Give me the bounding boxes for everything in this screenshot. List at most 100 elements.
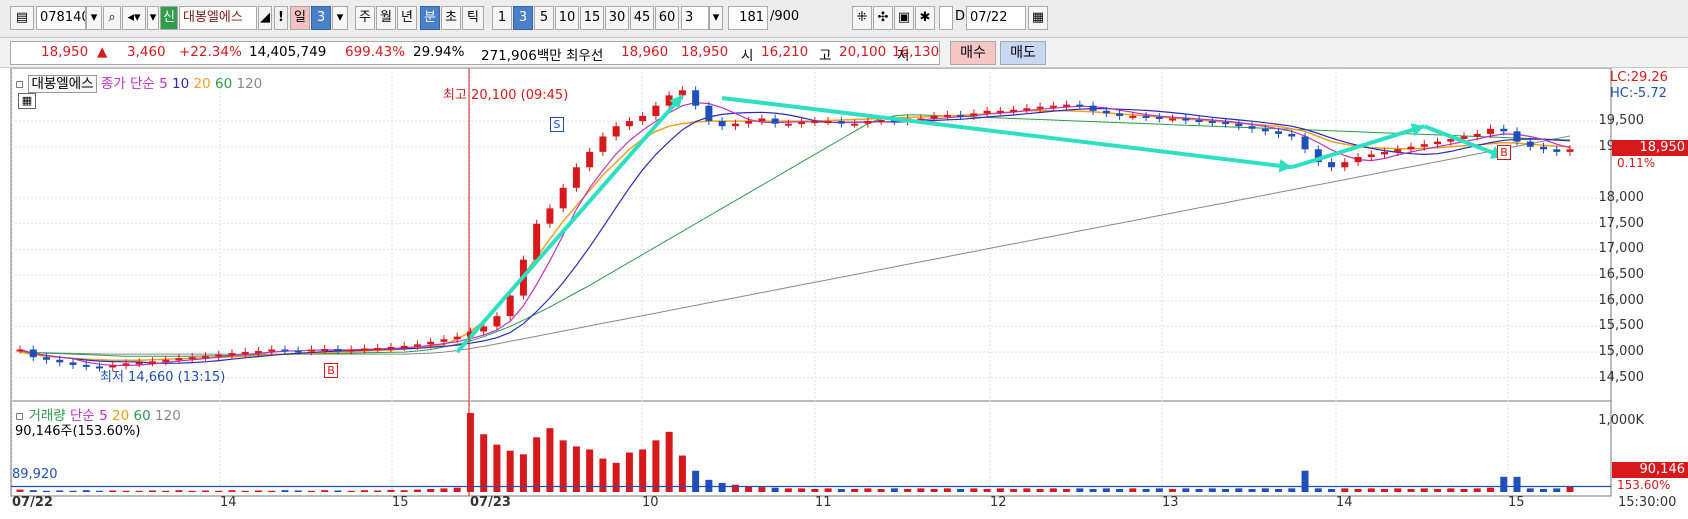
volume-bar — [1540, 488, 1548, 492]
volume-bar — [652, 440, 660, 492]
candle-body — [188, 357, 196, 360]
count-input[interactable]: 181 — [728, 6, 768, 30]
volume-bar — [1526, 488, 1534, 492]
calendar-icon[interactable]: ▦ — [1028, 6, 1048, 30]
volume-bar — [1328, 488, 1336, 492]
period-year[interactable]: 년 — [397, 6, 417, 30]
candle-body — [162, 359, 170, 362]
volume-bar — [851, 488, 859, 492]
interval-dropdown-icon[interactable]: ▾ — [709, 6, 723, 30]
candle-body — [731, 123, 739, 127]
minute-15[interactable]: 15 — [580, 6, 604, 30]
candle-body — [1420, 144, 1428, 147]
best-label: 최우선 — [566, 48, 604, 64]
candle-body — [1275, 131, 1283, 134]
gear-icon[interactable]: ✱ — [915, 6, 935, 30]
settings-icon[interactable]: ▤ — [10, 6, 34, 30]
crosshair-icon[interactable]: ✣ — [873, 6, 893, 30]
open-price: 16,210 — [761, 44, 809, 60]
sell-signal-icon[interactable]: S — [550, 117, 564, 132]
volume-bar — [254, 490, 262, 492]
period-second[interactable]: 초 — [441, 6, 461, 30]
volume-bar — [95, 490, 103, 492]
chart-tool-icon[interactable]: ⁜ — [852, 6, 872, 30]
sound-icon[interactable]: ◂▾ — [122, 6, 146, 30]
candle-body — [1102, 110, 1110, 114]
candle-body — [1169, 118, 1177, 121]
buy-signal-icon[interactable]: B — [324, 363, 338, 378]
volume-ma120: 120 — [155, 408, 181, 424]
candle-body — [56, 359, 64, 363]
candle-body — [82, 364, 90, 367]
candle-body — [745, 121, 753, 124]
candle-body — [718, 121, 726, 127]
candle-body — [1129, 115, 1137, 118]
candle-body — [784, 123, 792, 126]
candle-body — [851, 123, 859, 126]
minute-60[interactable]: 60 — [655, 6, 679, 30]
up-arrow-icon: ▲ — [97, 44, 108, 60]
period-day-count[interactable]: 3 — [311, 6, 331, 30]
period-tick[interactable]: 틱 — [462, 6, 484, 30]
search-icon[interactable]: ⌕ — [103, 6, 121, 30]
time-tick-label: 14 — [1336, 495, 1353, 510]
volume-bar — [413, 489, 421, 492]
period-month[interactable]: 월 — [376, 6, 396, 30]
candle-body — [533, 223, 541, 260]
price-tick-label: 16,500 — [1598, 267, 1645, 283]
sell-button[interactable]: 매도 — [1000, 41, 1046, 65]
time-tick-label: 12 — [990, 495, 1007, 510]
alert-button[interactable]: ! — [274, 6, 288, 30]
volume-bar — [612, 462, 620, 492]
period-minute[interactable]: 분 — [420, 6, 440, 30]
period-dropdown-icon[interactable]: ▾ — [332, 6, 348, 30]
code-dropdown-icon[interactable]: ▾ — [86, 6, 102, 30]
date-checkbox[interactable] — [939, 6, 953, 30]
price-legend: ▫ 대봉엘에스 종가 단순 5 10 20 60 120 — [15, 72, 262, 93]
candle-body — [307, 349, 315, 352]
stock-code-input[interactable]: 078140 — [36, 6, 86, 30]
minute-1[interactable]: 1 — [492, 6, 512, 30]
time-tick-label: 14 — [220, 495, 237, 510]
new-badge: 신 — [160, 6, 178, 30]
date-input[interactable]: 07/22 — [966, 6, 1026, 30]
save-icon[interactable]: ▣ — [894, 6, 914, 30]
minute-45[interactable]: 45 — [630, 6, 654, 30]
period-week[interactable]: 주 — [355, 6, 375, 30]
candle-body — [771, 118, 779, 124]
candle-body — [1341, 162, 1349, 168]
volume-bar — [1394, 488, 1402, 492]
volume-bar — [1473, 488, 1481, 492]
candle-body — [1076, 104, 1084, 107]
minute-3[interactable]: 3 — [513, 6, 533, 30]
minute-30[interactable]: 30 — [605, 6, 629, 30]
grid-toggle-icon[interactable]: ▦ — [18, 93, 36, 109]
candle-body — [1526, 141, 1534, 147]
buy-signal-icon-2[interactable]: B — [1497, 145, 1511, 160]
volume-bar — [1155, 488, 1163, 492]
interval-input[interactable]: 3 — [681, 6, 709, 30]
arrow-icon[interactable]: ▾ — [147, 6, 159, 30]
volume-bar — [228, 490, 236, 492]
minute-10[interactable]: 10 — [555, 6, 579, 30]
candle-body — [1566, 149, 1574, 152]
period-day[interactable]: 일 — [290, 6, 310, 30]
volume-ytick: 1,000K — [1598, 413, 1644, 428]
volume-bar — [1023, 488, 1031, 492]
price-chart[interactable] — [0, 68, 1688, 519]
name-dropdown-icon[interactable]: ◢ — [258, 6, 272, 30]
volume-bar — [1261, 488, 1269, 492]
candle-body — [228, 353, 236, 356]
candle-body — [440, 339, 448, 342]
candle-body — [1328, 162, 1336, 168]
candle-body — [1155, 116, 1163, 119]
volume-bar — [1381, 488, 1389, 492]
candle-body — [559, 187, 567, 209]
buy-button[interactable]: 매수 — [950, 41, 996, 65]
volume-bar — [360, 490, 368, 492]
high-price: 20,100 — [839, 44, 887, 60]
legend-stock-name[interactable]: 대봉엘에스 — [28, 75, 97, 93]
minute-5[interactable]: 5 — [534, 6, 554, 30]
volume-tag: 90,146 — [1612, 462, 1688, 478]
volume-bar — [1208, 488, 1216, 492]
